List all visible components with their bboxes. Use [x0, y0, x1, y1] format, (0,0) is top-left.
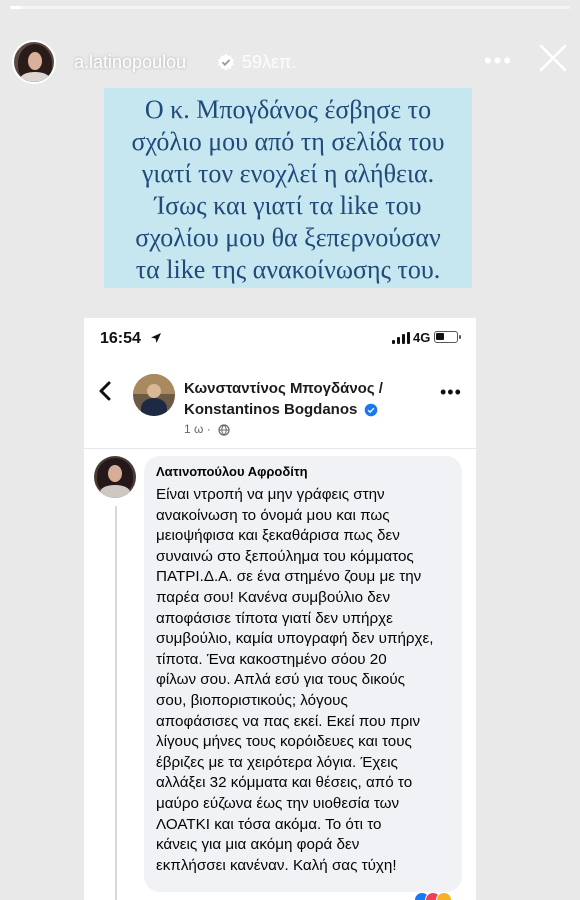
post-time: 1 ω · — [184, 422, 211, 436]
battery-icon — [434, 331, 461, 343]
story-header: a.latinopoulou 59λεπ. ••• — [0, 28, 580, 90]
comment-bubble: Λατινοπούλου Αφροδίτη Είναι ντροπή να μη… — [144, 456, 462, 892]
story-progress-bar — [10, 6, 570, 9]
status-time: 16:54 — [100, 330, 141, 347]
divider — [84, 448, 476, 449]
comment-text: Είναι ντροπή να μην γράφεις στην ανακοίν… — [156, 486, 434, 874]
story-progress-fill — [10, 6, 22, 9]
story-username[interactable]: a.latinopoulou — [74, 52, 186, 73]
close-icon[interactable] — [536, 41, 570, 75]
signal-icon — [392, 332, 410, 344]
more-icon[interactable]: ••• — [484, 50, 513, 72]
more-icon[interactable]: ••• — [440, 382, 462, 403]
story-avatar[interactable] — [12, 40, 56, 84]
globe-icon — [218, 424, 230, 436]
back-arrow-icon[interactable] — [98, 380, 112, 402]
thread-line — [115, 506, 117, 900]
reaction-icons[interactable] — [414, 892, 458, 900]
quote-text-box: Ο κ. Μπογδάνος έσβησε το σχόλιο μου από … — [104, 88, 472, 288]
story-time-ago: 59λεπ. — [242, 52, 297, 72]
network-label: 4G — [413, 330, 431, 345]
verified-badge-icon — [218, 53, 234, 71]
page-name-line1: Κωνσταντίνος Μπογδάνος / — [184, 380, 383, 397]
comment-author[interactable]: Λατινοπούλου Αφροδίτη — [156, 464, 308, 479]
quote-text: Ο κ. Μπογδάνος έσβησε το σχόλιο μου από … — [131, 95, 445, 284]
page-name[interactable]: Κωνσταντίνος Μπογδάνος / Konstantinos Bo… — [184, 378, 383, 420]
page-avatar[interactable] — [133, 374, 175, 416]
facebook-screenshot: 16:54 4G Κωνσταντίνος Μπογδάνος / Konsta… — [84, 318, 476, 900]
comment-avatar[interactable] — [94, 456, 136, 498]
location-arrow-icon — [151, 333, 161, 343]
page-name-line2: Konstantinos Bogdanos — [184, 401, 358, 418]
verified-badge-icon — [364, 403, 378, 417]
